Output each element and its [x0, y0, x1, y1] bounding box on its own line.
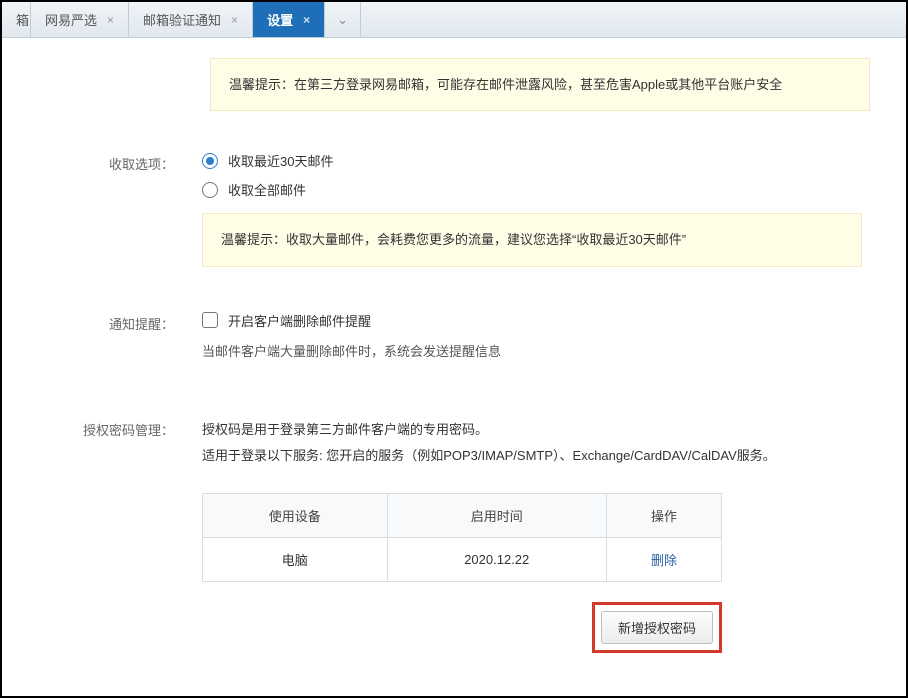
radio-last-30-days[interactable]: 收取最近30天邮件: [202, 151, 878, 170]
auth-table: 使用设备 启用时间 操作 电脑 2020.12.22 删除: [202, 493, 722, 582]
tab-settings[interactable]: 设置 ×: [253, 2, 325, 37]
tab-yanxuan[interactable]: 网易严选 ×: [31, 2, 129, 37]
radio-icon: [202, 153, 218, 169]
checkbox-delete-reminder[interactable]: 开启客户端删除邮件提醒: [202, 311, 878, 330]
cell-time: 2020.12.22: [387, 538, 606, 582]
radio-icon: [202, 182, 218, 198]
chevron-down-icon: ⌄: [337, 12, 348, 28]
tip-third-party-login: 温馨提示：在第三方登录网易邮箱，可能存在邮件泄露风险，甚至危害Apple或其他平…: [210, 58, 870, 111]
close-icon[interactable]: ×: [231, 13, 238, 27]
radio-label: 收取最近30天邮件: [228, 151, 333, 170]
tab-inbox[interactable]: 箱: [2, 2, 31, 37]
add-auth-password-button[interactable]: 新增授权密码: [601, 611, 713, 644]
tab-label: 邮箱验证通知: [143, 10, 221, 29]
close-icon[interactable]: ×: [303, 13, 310, 27]
close-icon[interactable]: ×: [107, 13, 114, 27]
cell-device: 电脑: [203, 538, 388, 582]
col-action: 操作: [606, 494, 721, 538]
checkbox-icon: [202, 312, 218, 328]
row-auth-manage: 授权密码管理： 授权码是用于登录第三方邮件客户端的专用密码。 适用于登录以下服务…: [2, 417, 906, 653]
radio-label: 收取全部邮件: [228, 180, 306, 199]
label-auth: 授权密码管理：: [2, 417, 202, 653]
tab-dropdown[interactable]: ⌄: [325, 2, 361, 37]
label-receive: 收取选项：: [2, 151, 202, 266]
tab-verify-notice[interactable]: 邮箱验证通知 ×: [129, 2, 253, 37]
tip-text: 温馨提示：在第三方登录网易邮箱，可能存在邮件泄露风险，甚至危害Apple或其他平…: [229, 77, 782, 92]
tip-text: 温馨提示：收取大量邮件，会耗费您更多的流量，建议您选择“收取最近30天邮件”: [221, 232, 686, 247]
tab-bar: 箱 网易严选 × 邮箱验证通知 × 设置 × ⌄: [2, 2, 906, 38]
row-receive-options: 收取选项： 收取最近30天邮件 收取全部邮件 温馨提示：收取大量邮件，会耗费您更…: [2, 151, 906, 266]
table-row: 电脑 2020.12.22 删除: [203, 538, 722, 582]
radio-all-mail[interactable]: 收取全部邮件: [202, 180, 878, 199]
content-area: 温馨提示：在第三方登录网易邮箱，可能存在邮件泄露风险，甚至危害Apple或其他平…: [2, 38, 906, 697]
col-enabled-time: 启用时间: [387, 494, 606, 538]
tab-label: 设置: [267, 10, 293, 29]
auth-desc-line2: 适用于登录以下服务: 您开启的服务（例如POP3/IMAP/SMTP）、Exch…: [202, 443, 878, 469]
checkbox-label: 开启客户端删除邮件提醒: [228, 311, 371, 330]
label-notify: 通知提醒：: [2, 311, 202, 363]
notify-hint: 当邮件客户端大量删除邮件时，系统会发送提醒信息: [202, 340, 878, 363]
tab-label: 网易严选: [45, 10, 97, 29]
tip-receive: 温馨提示：收取大量邮件，会耗费您更多的流量，建议您选择“收取最近30天邮件”: [202, 213, 862, 266]
auth-desc-line1: 授权码是用于登录第三方邮件客户端的专用密码。: [202, 417, 878, 443]
tab-label: 箱: [16, 10, 29, 29]
highlight-frame: 新增授权密码: [592, 602, 722, 653]
row-notify: 通知提醒： 开启客户端删除邮件提醒 当邮件客户端大量删除邮件时，系统会发送提醒信…: [2, 311, 906, 363]
col-device: 使用设备: [203, 494, 388, 538]
button-area: 新增授权密码: [202, 602, 722, 653]
delete-link[interactable]: 删除: [651, 553, 677, 568]
